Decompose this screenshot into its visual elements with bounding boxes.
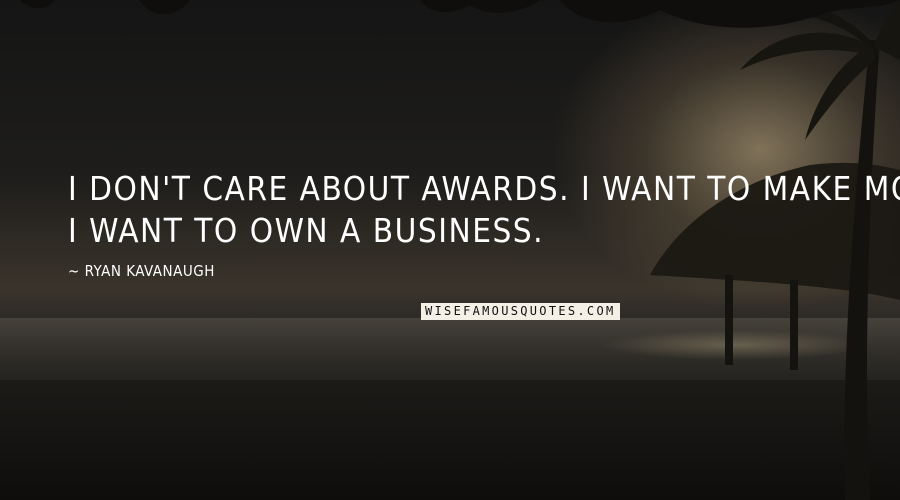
quote-text: I don't care about awards. I want to mak… — [68, 168, 900, 252]
watermark-badge: WISEFAMOUSQUOTES.COM — [421, 303, 620, 320]
quote-line-1: I don't care about awards. I want to mak… — [68, 169, 900, 208]
quote-line-2: I want to own a business. — [68, 211, 545, 250]
quote-author: ~ Ryan Kavanaugh — [68, 262, 215, 280]
quote-image: I don't care about awards. I want to mak… — [0, 0, 900, 500]
foliage-silhouette — [20, 0, 900, 28]
